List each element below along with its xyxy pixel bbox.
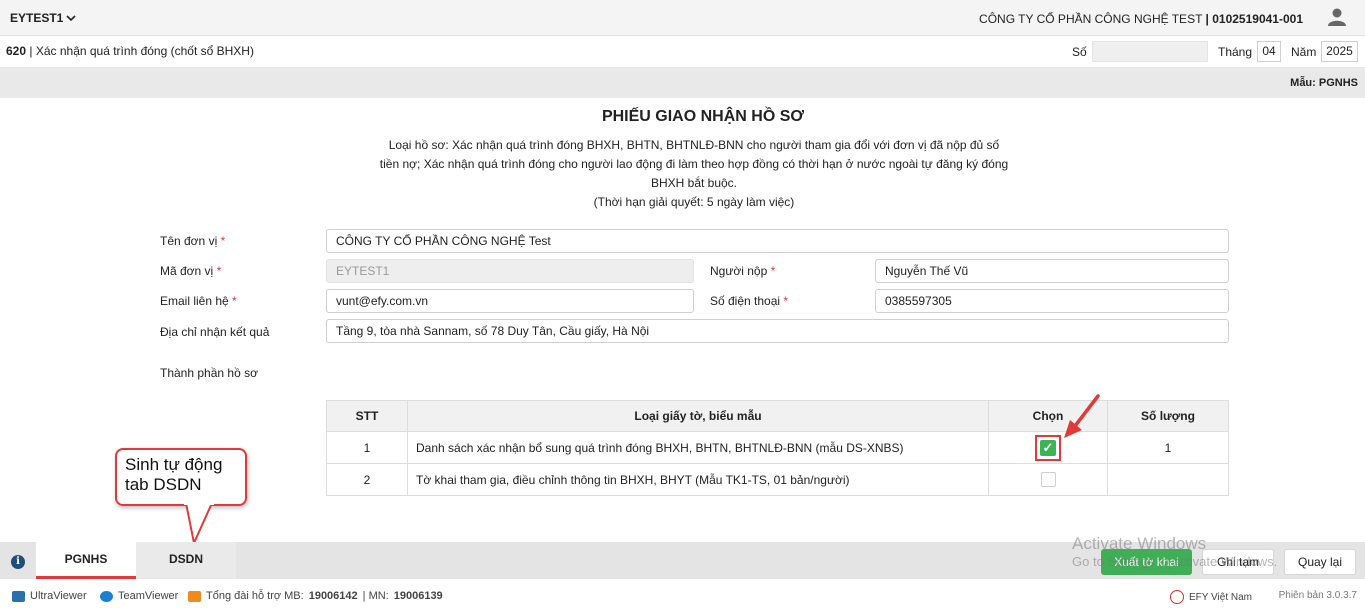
- thang-label: Tháng: [1218, 45, 1253, 59]
- nguoi-nop-input[interactable]: Nguyễn Thế Vũ: [875, 259, 1229, 283]
- efy-logo-icon: [1170, 590, 1184, 604]
- nguoi-nop-label: Người nộp *: [710, 264, 776, 278]
- col-so-luong: Số lượng: [1107, 400, 1229, 432]
- so-label: Số: [1072, 45, 1087, 59]
- row-stt: 1: [326, 431, 408, 464]
- row-name: Danh sách xác nhận bổ sung quá trình đón…: [407, 431, 989, 464]
- callout-tail-icon: [184, 503, 214, 545]
- bottom-tab-bar: i PGNHS DSDN Xuất tờ khai Ghi tạm Quay l…: [0, 542, 1365, 579]
- so-dien-thoai-input[interactable]: 0385597305: [875, 289, 1229, 313]
- teamviewer-link[interactable]: TeamViewer: [100, 590, 178, 602]
- desc-line-1: Loại hồ sơ: Xác nhận quá trình đóng BHXH…: [388, 138, 1000, 152]
- top-bar: EYTEST1 CÔNG TY CỔ PHẦN CÔNG NGHỆ TEST |…: [0, 0, 1365, 36]
- phone-icon: [188, 590, 201, 602]
- callout-note: Sinh tự động tab DSDN: [115, 448, 247, 506]
- user-icon[interactable]: [1326, 6, 1348, 28]
- document-title: PHIẾU GIAO NHẬN HỒ SƠ: [601, 108, 805, 125]
- nam-input[interactable]: 2025: [1321, 41, 1358, 62]
- back-button[interactable]: Quay lại: [1284, 549, 1356, 575]
- ultraviewer-icon: [12, 590, 25, 602]
- col-stt: STT: [326, 400, 408, 432]
- document-description: Loại hồ sơ: Xác nhận quá trình đóng BHXH…: [360, 136, 1028, 212]
- form-info-bar: 620 | Xác nhận quá trình đóng (chốt sổ B…: [0, 36, 1365, 68]
- brand: EFY Việt Nam: [1170, 590, 1252, 604]
- email-label: Email liên hệ *: [160, 294, 237, 308]
- so-input[interactable]: [1092, 41, 1208, 62]
- row-qty[interactable]: [1107, 463, 1229, 496]
- ma-don-vi-input: EYTEST1: [326, 259, 694, 283]
- template-bar: Mẫu: PGNHS: [0, 68, 1365, 98]
- form-code: 620: [6, 44, 27, 58]
- thang-input[interactable]: 04: [1257, 41, 1281, 62]
- highlight-box: ✓: [1035, 434, 1061, 461]
- email-input[interactable]: vunt@efy.com.vn: [326, 289, 694, 313]
- checkbox-unchecked[interactable]: [1040, 472, 1056, 488]
- arrow-annotation-icon: [1064, 394, 1100, 438]
- table-row: 2 Tờ khai tham gia, điều chỉnh thông tin…: [326, 463, 1229, 496]
- version-text: Phiên bản 3.0.3.7: [1278, 590, 1357, 601]
- ma-don-vi-label: Mã đơn vị *: [160, 264, 222, 278]
- checkbox-checked[interactable]: ✓: [1040, 439, 1056, 456]
- template-code: Mẫu: PGNHS: [1290, 77, 1358, 89]
- ten-don-vi-label: Tên đơn vị *: [160, 234, 226, 248]
- save-draft-button[interactable]: Ghi tạm: [1202, 549, 1274, 575]
- export-button[interactable]: Xuất tờ khai: [1101, 549, 1192, 575]
- form-name: Xác nhận quá trình đóng (chốt sổ BHXH): [35, 44, 254, 58]
- callout-line-2: tab DSDN: [125, 475, 202, 494]
- hotline-info: Tổng đài hỗ trợ MB: 19006142 | MN: 19006…: [188, 590, 443, 602]
- tab-dsdn[interactable]: DSDN: [136, 542, 236, 579]
- nam-label: Năm: [1291, 45, 1317, 59]
- thanh-phan-label: Thành phần hồ sơ: [160, 366, 258, 380]
- company-info: CÔNG TY CỔ PHẦN CÔNG NGHỆ TEST | 0102519…: [979, 12, 1303, 26]
- company-name: CÔNG TY CỔ PHẦN CÔNG NGHỆ TEST: [979, 12, 1203, 26]
- tab-pgnhs[interactable]: PGNHS: [36, 542, 136, 579]
- row-chon-cell: [988, 463, 1108, 496]
- ultraviewer-link[interactable]: UltraViewer: [12, 590, 87, 602]
- chevron-down-icon: [66, 15, 76, 22]
- app-name: EYTEST1: [10, 11, 64, 25]
- tax-code: 0102519041-001: [1212, 12, 1303, 26]
- row-qty[interactable]: 1: [1107, 431, 1229, 464]
- info-icon[interactable]: i: [11, 555, 25, 569]
- status-bar: UltraViewer TeamViewer Tổng đài hỗ trợ M…: [0, 584, 1365, 608]
- app-switcher[interactable]: EYTEST1: [10, 11, 76, 25]
- dia-chi-label: Địa chỉ nhận kết quả: [160, 325, 270, 339]
- row-stt: 2: [326, 463, 408, 496]
- teamviewer-icon: [100, 590, 113, 602]
- so-dien-thoai-label: Số điện thoại *: [710, 294, 789, 308]
- callout-line-1: Sinh tự động: [125, 455, 223, 474]
- ten-don-vi-input[interactable]: CÔNG TY CỔ PHẦN CÔNG NGHỆ Test: [326, 229, 1229, 253]
- col-loai-giay-to: Loại giấy tờ, biểu mẫu: [407, 400, 989, 432]
- row-name: Tờ khai tham gia, điều chỉnh thông tin B…: [407, 463, 989, 496]
- desc-line-3: BHXH bắt buộc.: [650, 176, 738, 190]
- form-title: 620 | Xác nhận quá trình đóng (chốt sổ B…: [6, 44, 254, 58]
- dia-chi-input[interactable]: Tầng 9, tòa nhà Sannam, số 78 Duy Tân, C…: [326, 319, 1229, 343]
- desc-line-2: tiền nợ; Xác nhận quá trình đóng cho ngư…: [379, 157, 1009, 171]
- desc-line-4: (Thời hạn giải quyết: 5 ngày làm việc): [593, 195, 795, 209]
